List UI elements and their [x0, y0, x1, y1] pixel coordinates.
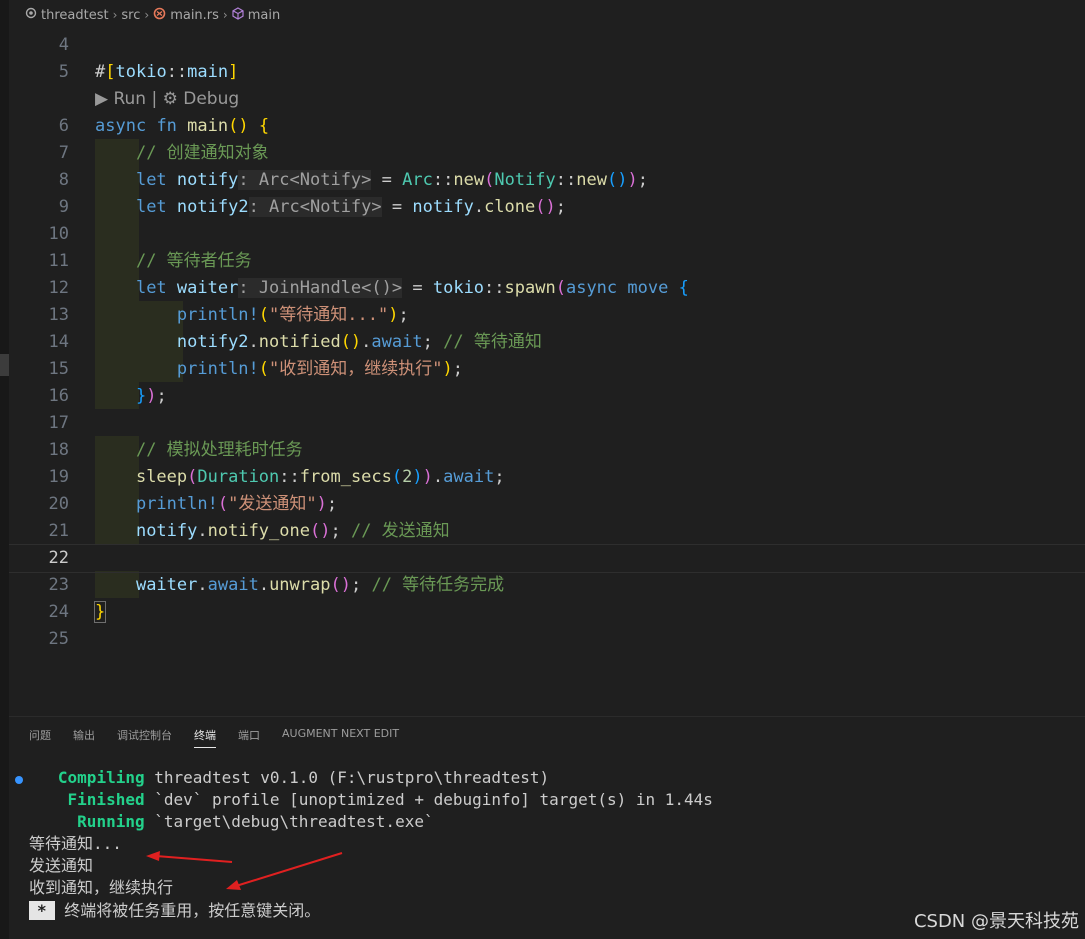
- code-line: 6 async fn main() {: [9, 113, 1085, 140]
- line-number: 4: [58, 35, 69, 55]
- line-number: 15: [48, 359, 69, 379]
- breadcrumb-item-file[interactable]: main.rs: [153, 7, 219, 24]
- breadcrumb: threadtest › src › main.rs › main: [9, 0, 1085, 30]
- running-label: Running: [77, 812, 145, 831]
- line-number: 23: [48, 575, 69, 595]
- code-line: 11 // 等待者任务: [9, 248, 1085, 275]
- terminal-line: Finished `dev` profile [unoptimized + de…: [29, 789, 713, 811]
- terminal-line: Running `target\debug\threadtest.exe`: [29, 811, 434, 833]
- line-number: 6: [58, 116, 69, 136]
- line-number: 18: [48, 440, 69, 460]
- code-line: 9 let notify2: Arc<Notify> = notify.clon…: [9, 194, 1085, 221]
- line-number: 21: [48, 521, 69, 541]
- finished-text: `dev` profile [unoptimized + debuginfo] …: [144, 790, 713, 809]
- breadcrumb-item-symbol[interactable]: main: [232, 6, 281, 24]
- breadcrumb-label: main.rs: [170, 7, 219, 23]
- line-number: 19: [48, 467, 69, 487]
- line-number: 9: [58, 197, 69, 217]
- tab-debug-console[interactable]: 调试控制台: [117, 727, 172, 748]
- code-line: 15 println!("收到通知，继续执行");: [9, 356, 1085, 383]
- compiling-text: threadtest v0.1.0 (F:\rustpro\threadtest…: [144, 768, 550, 787]
- code-line: 5 #[tokio::main]: [9, 59, 1085, 86]
- compiling-label: Compiling: [57, 768, 145, 787]
- code-line: 8 let notify: Arc<Notify> = Arc::new(Not…: [9, 167, 1085, 194]
- code-line: 16 });: [9, 383, 1085, 410]
- line-number: 11: [48, 251, 69, 271]
- line-number: 22: [48, 548, 69, 568]
- project-icon: [25, 7, 37, 23]
- line-number: 13: [48, 305, 69, 325]
- code-line: 13 println!("等待通知...");: [9, 302, 1085, 329]
- line-number: 5: [58, 62, 69, 82]
- chevron-right-icon: ›: [222, 8, 228, 22]
- line-number: 25: [48, 629, 69, 649]
- finished-label: Finished: [67, 790, 145, 809]
- line-number: 10: [48, 224, 69, 244]
- breadcrumb-label: src: [121, 7, 141, 23]
- terminal-output-line: 收到通知，继续执行: [29, 878, 174, 897]
- code-line: 21 notify.notify_one(); // 发送通知: [9, 518, 1085, 545]
- code-line: 18 // 模拟处理耗时任务: [9, 437, 1085, 464]
- code-line: 12 let waiter: JoinHandle<()> = tokio::s…: [9, 275, 1085, 302]
- code-line: 25: [9, 626, 1085, 653]
- tab-problems[interactable]: 问题: [29, 727, 51, 748]
- chevron-right-icon: ›: [144, 8, 150, 22]
- codelens-run-debug[interactable]: ▶ Run | ⚙ Debug: [95, 86, 239, 113]
- code-line: 17: [9, 410, 1085, 437]
- line-number: 14: [48, 332, 69, 352]
- watermark: CSDN @景天科技苑: [913, 911, 1079, 932]
- code-line-current: 22: [9, 544, 1085, 573]
- line-number: 20: [48, 494, 69, 514]
- line-number: 8: [58, 170, 69, 190]
- terminal-line: * 终端将被任务重用，按任意键关闭。: [29, 900, 320, 922]
- terminal-output-line: 发送通知: [29, 856, 94, 875]
- panel-tabs: 问题 输出 调试控制台 终端 端口 AUGMENT NEXT EDIT: [29, 727, 421, 748]
- breadcrumb-item-src[interactable]: src: [121, 8, 140, 23]
- code-line: 19 sleep(Duration::from_secs(2)).await;: [9, 464, 1085, 491]
- line-number: 17: [48, 413, 69, 433]
- breadcrumb-item-project[interactable]: threadtest: [25, 7, 109, 23]
- rust-file-icon: [153, 7, 166, 24]
- code-line: 4: [9, 32, 1085, 59]
- tab-ports[interactable]: 端口: [238, 727, 260, 748]
- line-number: 16: [48, 386, 69, 406]
- code-line: 7 // 创建通知对象: [9, 140, 1085, 167]
- command-decoration-dot[interactable]: [15, 776, 23, 784]
- terminal-line: Compiling threadtest v0.1.0 (F:\rustpro\…: [29, 767, 549, 789]
- breadcrumb-label: main: [247, 7, 281, 23]
- running-text: `target\debug\threadtest.exe`: [144, 812, 434, 831]
- activity-strip: [0, 0, 9, 939]
- bottom-panel: 问题 输出 调试控制台 终端 端口 AUGMENT NEXT EDIT Comp…: [9, 716, 1085, 939]
- code-line: 23 waiter.await.unwrap(); // 等待任务完成: [9, 572, 1085, 599]
- code-line: 14 notify2.notified().await; // 等待通知: [9, 329, 1085, 356]
- function-cube-icon: [232, 6, 244, 24]
- chevron-right-icon: ›: [112, 8, 118, 22]
- code-line: 10: [9, 221, 1085, 248]
- task-star-badge: *: [29, 901, 55, 920]
- tab-output[interactable]: 输出: [73, 727, 95, 748]
- code-editor[interactable]: 4 5 #[tokio::main] ▶ Run | ⚙ Debug 6 async…: [9, 30, 1085, 716]
- terminal-output-line: 等待通知...: [29, 834, 122, 853]
- code-line: 20 println!("发送通知");: [9, 491, 1085, 518]
- tab-augment-next-edit[interactable]: AUGMENT NEXT EDIT: [282, 727, 399, 748]
- line-number: 12: [48, 278, 69, 298]
- code-line: 24}: [9, 599, 1085, 626]
- line-number: 7: [58, 143, 69, 163]
- line-number: 24: [48, 602, 69, 622]
- tab-terminal[interactable]: 终端: [194, 727, 216, 748]
- terminal-close-message: 终端将被任务重用，按任意键关闭。: [54, 901, 321, 920]
- breadcrumb-label: threadtest: [41, 7, 109, 23]
- scroll-marker: [0, 354, 9, 376]
